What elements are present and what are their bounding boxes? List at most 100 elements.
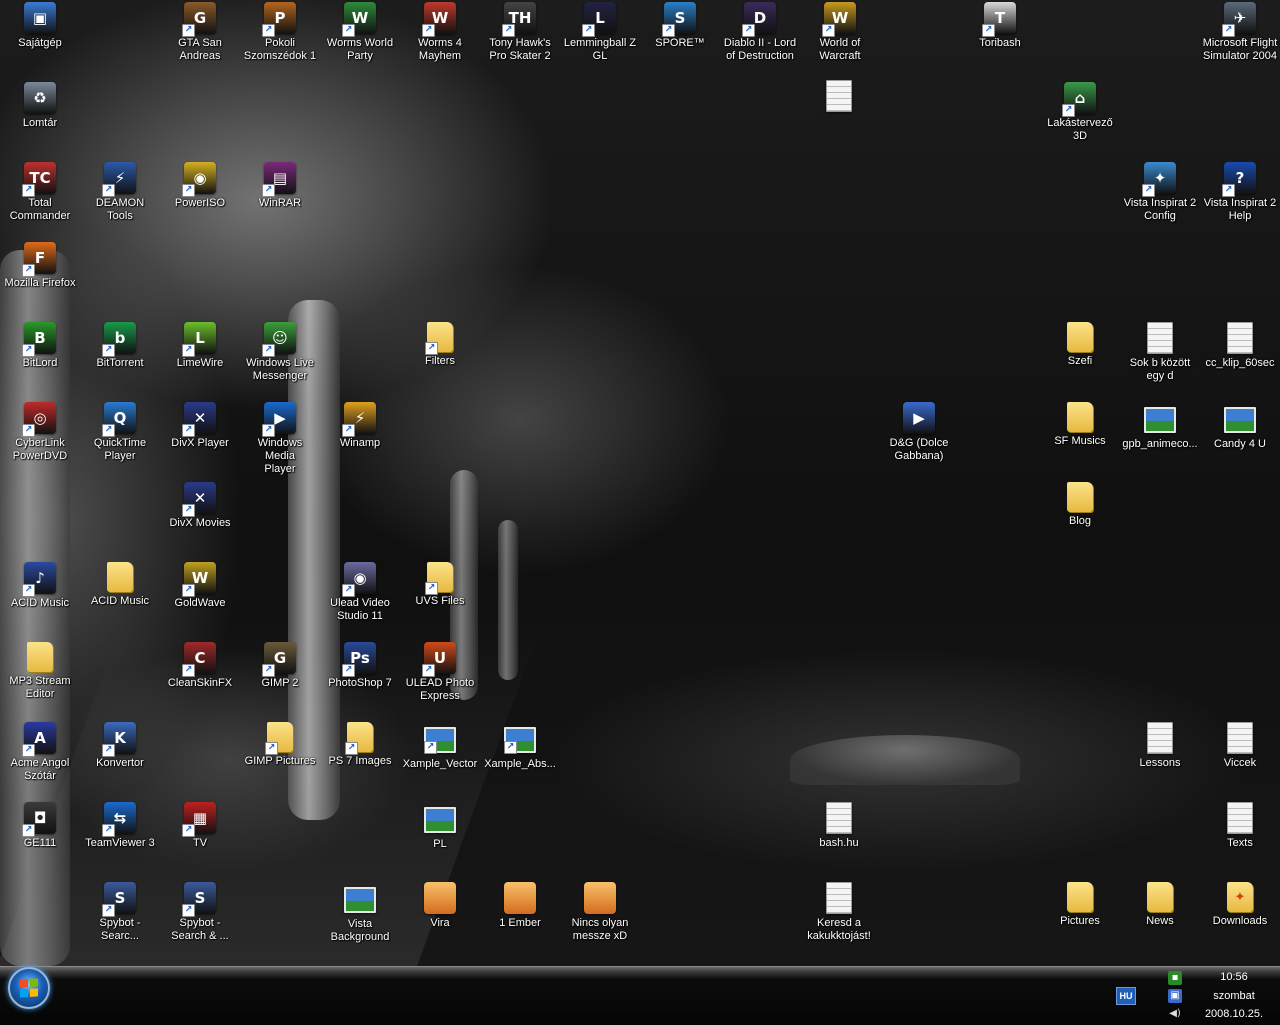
network-tray-icon[interactable]: ▪ (1168, 971, 1182, 985)
desktop-icon[interactable]: QQuickTime Player (82, 402, 158, 463)
desktop-icon[interactable]: Keresd a kakukktojást! (801, 882, 877, 943)
desktop-icon[interactable]: Blog (1042, 482, 1118, 528)
desktop-icon[interactable]: bBitTorrent (82, 322, 158, 370)
desktop-icon[interactable]: TToribash (962, 2, 1038, 50)
folder-icon (425, 562, 453, 595)
desktop-icon[interactable]: SSPORE™ (642, 2, 718, 50)
desktop-icon[interactable]: ✦Vista Inspirat 2 Config (1122, 162, 1198, 223)
desktop-icon[interactable]: gpb_animeco... (1122, 402, 1198, 451)
desktop-icon[interactable]: ⚡DEAMON Tools (82, 162, 158, 223)
desktop-icon[interactable]: bash.hu (801, 802, 877, 850)
media-player-icon: ▶ (262, 402, 296, 437)
desktop: ▣Sajátgép GGTA San AndreasPPokoli Szomszé… (0, 0, 1280, 966)
image-file-icon (1224, 407, 1256, 433)
desktop-icon[interactable]: ?Vista Inspirat 2 Help (1202, 162, 1278, 223)
desktop-icon-label: 1 Ember (499, 917, 541, 929)
desktop-icon[interactable]: ☺Windows Live Messenger (242, 322, 318, 383)
desktop-icon[interactable]: ▣ Sajátgép (2, 2, 78, 50)
desktop-icon[interactable]: Lessons (1122, 722, 1198, 770)
desktop-icon[interactable]: ⚡Winamp (322, 402, 398, 450)
desktop-icon[interactable]: WWorld of Warcraft (802, 2, 878, 63)
desktop-icon[interactable]: MP3 Stream Editor (2, 642, 78, 701)
desktop-icon-label: Lakástervező 3D (1047, 117, 1113, 142)
desktop-icon[interactable]: Vira (402, 882, 478, 930)
language-indicator[interactable]: HU (1116, 987, 1136, 1005)
desktop-icon-label: BitTorrent (96, 357, 144, 369)
desktop-icon[interactable]: Filters (402, 322, 478, 368)
desktop-icon[interactable]: WWorms 4 Mayhem (402, 2, 478, 63)
desktop-icon[interactable]: ◉Ulead Video Studio 11 (322, 562, 398, 623)
desktop-icon[interactable]: SSpybot - Searc... (82, 882, 158, 943)
desktop-icon[interactable]: ✕DivX Movies (162, 482, 238, 530)
desktop-icon[interactable]: TCTotal Commander (2, 162, 78, 223)
desktop-icon[interactable]: News (1122, 882, 1198, 928)
desktop-icon[interactable]: ✈Microsoft Flight Simulator 2004 (1202, 2, 1278, 63)
desktop-icon[interactable]: SSpybot - Search & ... (162, 882, 238, 943)
desktop-icon[interactable]: Xample_Vector (402, 722, 478, 771)
desktop-icon[interactable]: UULEAD Photo Express (402, 642, 478, 703)
desktop-icon-label: Toribash (979, 37, 1021, 49)
desktop-icon[interactable]: Szefi (1042, 322, 1118, 368)
desktop-icon-label: Windows Media Player (257, 437, 303, 475)
desktop-icon[interactable]: ◘GE111 (2, 802, 78, 850)
desktop-icon[interactable]: WGoldWave (162, 562, 238, 610)
desktop-icon[interactable]: WWorms World Party (322, 2, 398, 63)
desktop-icon[interactable]: THTony Hawk's Pro Skater 2 (482, 2, 558, 63)
desktop-icon[interactable]: ▶Windows Media Player (242, 402, 318, 476)
desktop-icon[interactable]: Vista Background (322, 882, 398, 944)
desktop-icon[interactable]: CCleanSkinFX (162, 642, 238, 690)
desktop-icon[interactable]: Xample_Abs... (482, 722, 558, 771)
desktop-icon-label: Sok b között egy d (1129, 357, 1191, 382)
desktop-icon[interactable]: GIMP Pictures (242, 722, 318, 768)
desktop-icon[interactable]: Nincs olyan messze xD (562, 882, 638, 943)
desktop-icon[interactable]: AAcme Angol Szótár (2, 722, 78, 783)
desktop-icon[interactable]: cc_klip_60sec (1202, 322, 1278, 370)
desktop-icon[interactable]: PS 7 Images (322, 722, 398, 768)
desktop-icon[interactable]: LLemmingball Z GL (562, 2, 638, 63)
desktop-icon[interactable]: Viccek (1202, 722, 1278, 770)
desktop-icon[interactable]: Texts (1202, 802, 1278, 850)
desktop-icon[interactable]: UVS Files (402, 562, 478, 608)
desktop-icon-label: Vira (430, 917, 450, 929)
desktop-icon[interactable]: BBitLord (2, 322, 78, 370)
volume-icon[interactable]: ◀) (1168, 1007, 1182, 1021)
desktop-icon-label: BitLord (22, 357, 58, 369)
desktop-icon-label: News (1146, 915, 1174, 927)
desktop-icon[interactable]: Sok b között egy d (1122, 322, 1198, 383)
bittorrent-icon: b (102, 322, 136, 357)
clock-date[interactable]: 2008.10.25. (1190, 1008, 1278, 1020)
desktop-icon[interactable]: ◉PowerISO (162, 162, 238, 210)
desktop-icon[interactable]: ▶ D&G (Dolce Gabbana) (881, 402, 957, 463)
desktop-icon[interactable]: PsPhotoShop 7 (322, 642, 398, 690)
desktop-icon[interactable]: ◎CyberLink PowerDVD (2, 402, 78, 463)
connection-tray-icon[interactable]: ▣ (1168, 989, 1182, 1003)
desktop-icon[interactable]: Pictures (1042, 882, 1118, 928)
desktop-icon[interactable]: LLimeWire (162, 322, 238, 370)
desktop-icon[interactable]: ⇆TeamViewer 3 (82, 802, 158, 850)
clock-day[interactable]: szombat (1190, 990, 1278, 1002)
desktop-icon[interactable]: Candy 4 U (1202, 402, 1278, 451)
desktop-icon[interactable]: 1 Ember (482, 882, 558, 930)
desktop-icon[interactable]: ♪ACID Music (2, 562, 78, 610)
clock-time[interactable]: 10:56 (1190, 971, 1278, 983)
desktop-icon[interactable]: ✕DivX Player (162, 402, 238, 450)
desktop-icon[interactable]: ACID Music (82, 562, 158, 608)
desktop-icon[interactable]: ✦ Downloads (1202, 882, 1278, 928)
desktop-icon-label: Viccek (1223, 757, 1257, 769)
desktop-icon[interactable]: DDiablo II - Lord of Destruction (722, 2, 798, 63)
desktop-icon[interactable]: GGTA San Andreas (162, 2, 238, 63)
desktop-icon[interactable]: ▤WinRAR (242, 162, 318, 210)
desktop-icon[interactable]: ⌂Lakástervező 3D (1042, 82, 1118, 143)
desktop-icon[interactable] (801, 80, 877, 115)
folder-icon (1067, 482, 1093, 512)
desktop-icon[interactable]: GGIMP 2 (242, 642, 318, 690)
desktop-icon[interactable]: SF Musics (1042, 402, 1118, 448)
photoshop-icon: Ps (342, 642, 376, 677)
desktop-icon[interactable]: PL (402, 802, 478, 851)
desktop-icon[interactable]: ♻ Lomtár (2, 82, 78, 130)
desktop-icon[interactable]: KKonvertor (82, 722, 158, 770)
start-button[interactable] (8, 967, 50, 1009)
desktop-icon[interactable]: PPokoli Szomszédok 1 (242, 2, 318, 63)
desktop-icon[interactable]: FMozilla Firefox (2, 242, 78, 290)
desktop-icon[interactable]: ▦TV (162, 802, 238, 850)
